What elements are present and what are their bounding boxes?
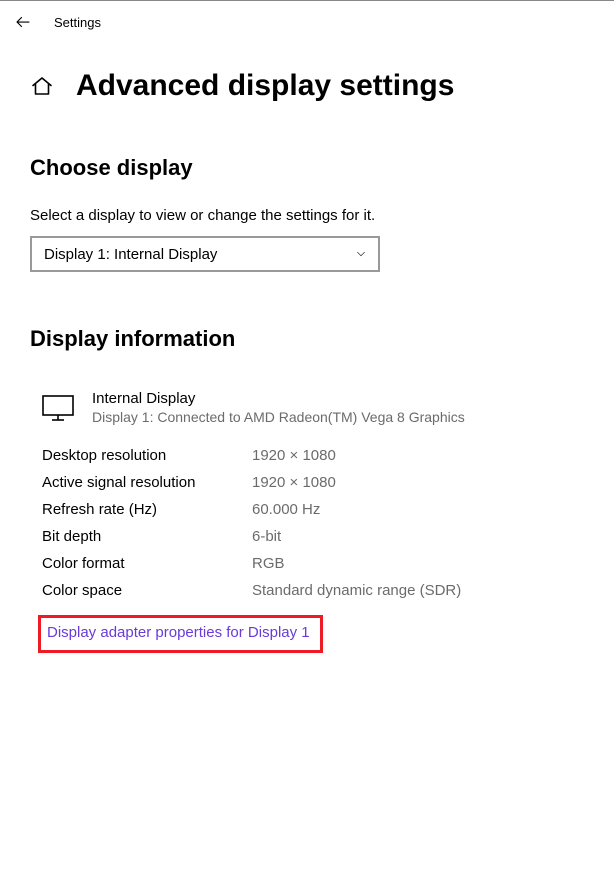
info-label: Bit depth	[42, 528, 252, 545]
title-row: Advanced display settings	[30, 69, 584, 103]
table-row: Color format RGB	[42, 555, 584, 572]
info-label: Color format	[42, 555, 252, 572]
table-row: Color space Standard dynamic range (SDR)	[42, 582, 584, 599]
topbar: Settings	[0, 0, 614, 41]
monitor-icon	[42, 394, 74, 422]
content-area: Advanced display settings Choose display…	[0, 41, 614, 653]
table-row: Refresh rate (Hz) 60.000 Hz	[42, 501, 584, 518]
info-label: Active signal resolution	[42, 474, 252, 491]
info-value: 60.000 Hz	[252, 501, 320, 518]
table-row: Active signal resolution 1920 × 1080	[42, 474, 584, 491]
display-header: Internal Display Display 1: Connected to…	[30, 390, 584, 425]
highlighted-link-box: Display adapter properties for Display 1	[38, 615, 323, 653]
info-value: 6-bit	[252, 528, 281, 545]
info-label: Refresh rate (Hz)	[42, 501, 252, 518]
info-value: 1920 × 1080	[252, 447, 336, 464]
table-row: Bit depth 6-bit	[42, 528, 584, 545]
topbar-title: Settings	[54, 15, 101, 30]
info-value: 1920 × 1080	[252, 474, 336, 491]
display-adapter-properties-link[interactable]: Display adapter properties for Display 1	[47, 624, 310, 641]
info-label: Desktop resolution	[42, 447, 252, 464]
table-row: Desktop resolution 1920 × 1080	[42, 447, 584, 464]
info-value: Standard dynamic range (SDR)	[252, 582, 461, 599]
display-information-heading: Display information	[30, 326, 584, 352]
chevron-down-icon	[354, 247, 368, 261]
info-value: RGB	[252, 555, 285, 572]
display-connection-info: Display 1: Connected to AMD Radeon(TM) V…	[92, 409, 465, 425]
choose-display-heading: Choose display	[30, 155, 584, 181]
display-header-text: Internal Display Display 1: Connected to…	[92, 390, 465, 425]
display-select-dropdown[interactable]: Display 1: Internal Display	[30, 236, 380, 272]
info-label: Color space	[42, 582, 252, 599]
display-info-table: Desktop resolution 1920 × 1080 Active si…	[30, 447, 584, 599]
dropdown-selected-value: Display 1: Internal Display	[44, 246, 217, 263]
home-icon[interactable]	[30, 74, 54, 98]
display-name: Internal Display	[92, 390, 465, 407]
page-title: Advanced display settings	[76, 69, 454, 103]
back-button[interactable]	[12, 11, 34, 33]
arrow-left-icon	[14, 13, 32, 31]
choose-display-helper: Select a display to view or change the s…	[30, 207, 584, 224]
